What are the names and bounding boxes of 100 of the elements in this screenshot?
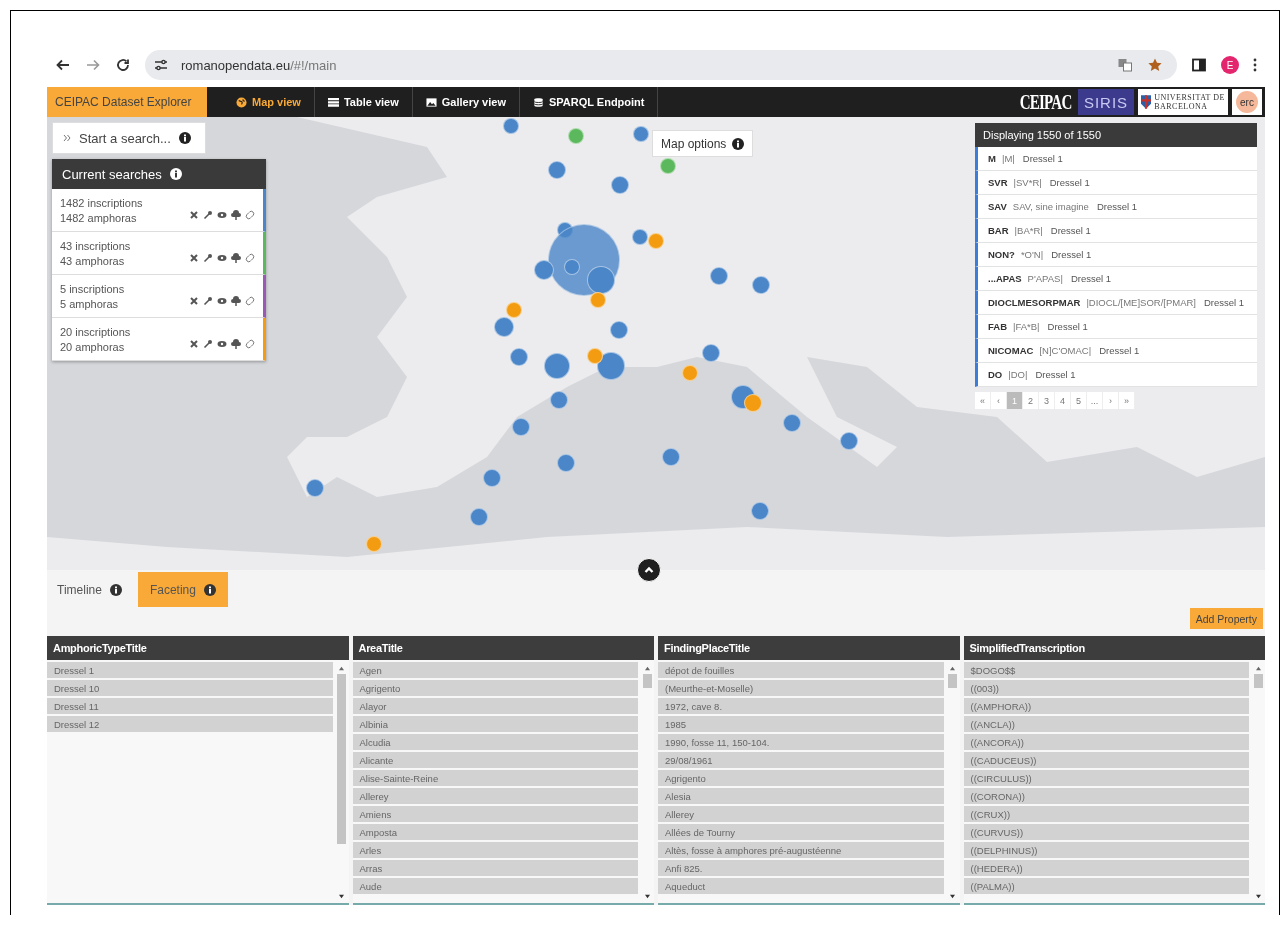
facet-value[interactable]: ((ANCLA)) [963,716,1249,732]
facet-value[interactable]: Agen [352,662,638,678]
scrollbar-thumb[interactable] [642,674,652,688]
facet-value[interactable]: Anfi 825. [658,860,944,876]
facet-value[interactable]: 1972, cave 8. [658,698,944,714]
map-marker[interactable] [744,394,762,412]
cloud-icon[interactable] [231,296,241,306]
facet-value[interactable]: Alesia [658,788,944,804]
add-property-button[interactable]: Add Property [1189,608,1263,629]
facet-value[interactable]: Aqueduct [658,878,944,894]
wrench-icon[interactable] [203,253,213,263]
side-panel-icon[interactable] [1191,57,1207,73]
back-icon[interactable] [55,57,71,73]
reload-icon[interactable] [115,57,131,73]
facet-value[interactable]: 1990, fosse 11, 150-104. [658,734,944,750]
facet-value[interactable]: ((DELPHINUS)) [963,842,1249,858]
result-row[interactable]: SAV SAV, sine imagine Dressel 1 [975,195,1257,219]
info-icon[interactable] [169,168,182,180]
erc-logo[interactable]: erc [1232,89,1262,115]
result-row[interactable]: NON? *O'N| Dressel 1 [975,243,1257,267]
scroll-down-icon[interactable] [338,894,345,899]
map-marker[interactable] [751,502,769,520]
remove-icon[interactable] [189,296,199,306]
scrollbar-thumb[interactable] [337,674,346,844]
result-row[interactable]: M |M| Dressel 1 [975,147,1257,171]
link-icon[interactable] [245,339,255,349]
facet-value[interactable]: Amposta [352,824,638,840]
scroll-down-icon[interactable] [1254,894,1262,899]
panel-tab[interactable]: Faceting [137,572,228,607]
result-row[interactable]: BAR |BA*R| Dressel 1 [975,219,1257,243]
map-marker[interactable] [512,418,530,436]
scrollbar-thumb[interactable] [1253,674,1263,688]
map-marker[interactable] [550,391,568,409]
page-link[interactable]: › [1103,392,1119,409]
map-marker[interactable] [557,454,575,472]
facet-value[interactable]: 29/08/1961 [658,752,944,768]
search-item[interactable]: 20 inscriptions 20 amphoras [52,318,266,361]
facet-value[interactable]: Altès, fosse à amphores pré-augustéenne [658,842,944,858]
cloud-icon[interactable] [231,210,241,220]
facet-value[interactable]: Dressel 12 [47,716,333,732]
facet-value[interactable]: Agrigento [352,680,638,696]
scroll-down-icon[interactable] [643,894,651,899]
facet-value[interactable]: 1985 [658,716,944,732]
result-row[interactable]: ...APAS P'APAS| Dressel 1 [975,267,1257,291]
facet-value[interactable]: ((CIRCULUS)) [963,770,1249,786]
translate-icon[interactable] [1117,57,1133,73]
info-icon[interactable] [178,132,191,144]
ceipac-logo[interactable]: CEIPAC [1019,90,1072,114]
link-icon[interactable] [245,296,255,306]
facet-value[interactable]: Albinia [352,716,638,732]
facet-value[interactable]: Arles [352,842,638,858]
cloud-icon[interactable] [231,339,241,349]
scroll-up-icon[interactable] [643,666,651,671]
facet-value[interactable]: ((ANCORA)) [963,734,1249,750]
profile-avatar[interactable]: E [1221,56,1239,74]
wrench-icon[interactable] [203,339,213,349]
facet-value[interactable]: ((CORONA)) [963,788,1249,804]
scroll-up-icon[interactable] [1254,666,1262,671]
facet-value[interactable]: ((CURVUS)) [963,824,1249,840]
page-link[interactable]: 4 [1055,392,1071,409]
eye-icon[interactable] [217,253,227,263]
facet-value[interactable]: Amiens [352,806,638,822]
result-row[interactable]: DO |DO| Dressel 1 [975,363,1257,387]
map-marker[interactable] [662,448,680,466]
map-options-button[interactable]: Map options [652,130,754,157]
start-search-button[interactable]: Start a search... [52,122,206,154]
star-icon[interactable] [1147,57,1163,73]
page-link[interactable]: ... [1087,392,1103,409]
facet-value[interactable]: Dressel 11 [47,698,333,714]
map-marker[interactable] [483,469,501,487]
scroll-down-icon[interactable] [949,894,956,899]
forward-icon[interactable] [85,57,101,73]
page-link[interactable]: 2 [1023,392,1039,409]
search-item[interactable]: 1482 inscriptions 1482 amphoras [52,189,266,232]
siris-logo[interactable]: SIRIS [1077,89,1135,115]
link-icon[interactable] [245,210,255,220]
result-row[interactable]: DIOCLMESORPMAR |DIOCL/[ME]SOR/[PMAR] Dressel 1 [975,291,1257,315]
map-marker[interactable] [682,365,698,381]
university-logo[interactable]: UNIVERSITAT DE BARCELONA [1138,89,1228,115]
facet-value[interactable]: Alcudia [352,734,638,750]
result-row[interactable]: NICOMAC [N]C'OMAC| Dressel 1 [975,339,1257,363]
link-icon[interactable] [245,253,255,263]
remove-icon[interactable] [189,210,199,220]
facet-value[interactable]: (Meurthe-et-Moselle) [658,680,944,696]
remove-icon[interactable] [189,253,199,263]
facet-value[interactable]: Allées de Tourny [658,824,944,840]
search-item[interactable]: 43 inscriptions 43 amphoras [52,232,266,275]
scroll-up-icon[interactable] [338,666,345,671]
search-item[interactable]: 5 inscriptions 5 amphoras [52,275,266,318]
eye-icon[interactable] [217,339,227,349]
map-marker[interactable] [470,508,488,526]
facet-value[interactable]: $DOGO$$ [963,662,1249,678]
map-marker[interactable] [366,536,382,552]
facet-value[interactable]: dépot de fouilles [658,662,944,678]
facet-value[interactable]: Allerey [658,806,944,822]
remove-icon[interactable] [189,339,199,349]
wrench-icon[interactable] [203,210,213,220]
eye-icon[interactable] [217,210,227,220]
facet-value[interactable]: ((CADUCEUS)) [963,752,1249,768]
cloud-icon[interactable] [231,253,241,263]
